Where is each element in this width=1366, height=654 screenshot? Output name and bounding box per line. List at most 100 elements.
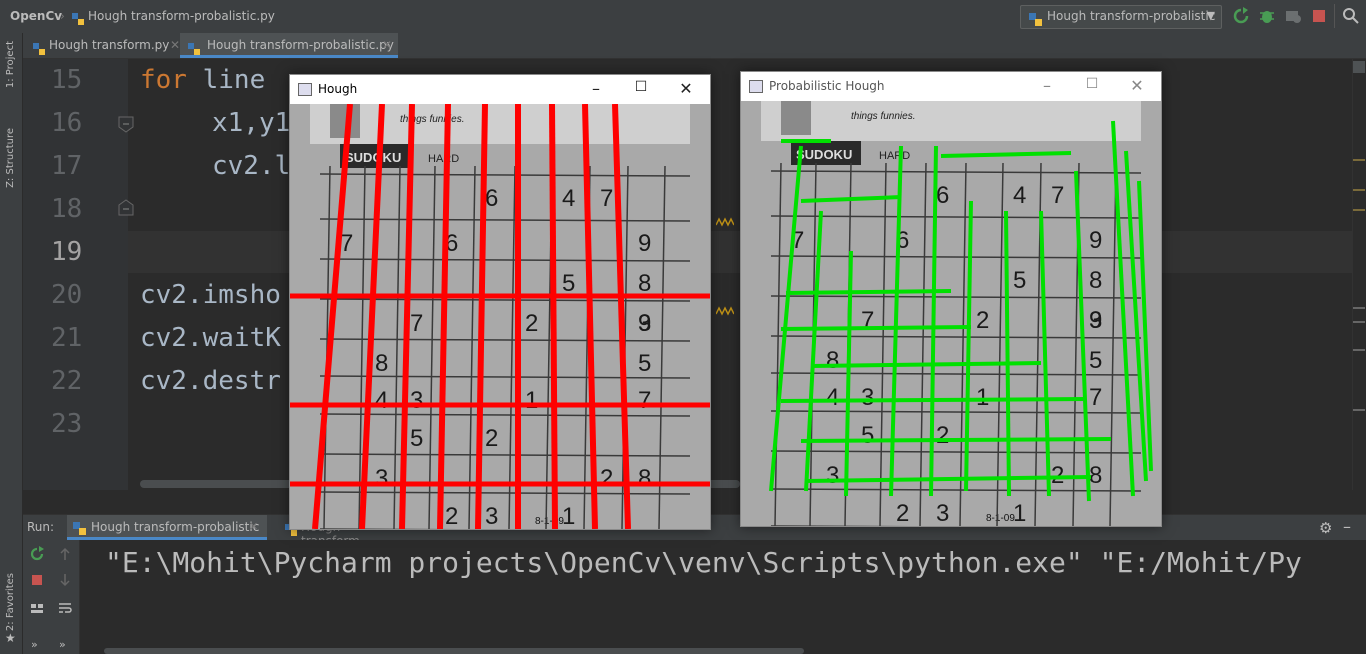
window-title: Hough <box>318 82 358 96</box>
sudoku-digit: 7 <box>1051 182 1064 209</box>
rerun-icon[interactable] <box>1232 7 1250 25</box>
sudoku-digit: 2 <box>976 307 989 334</box>
warning-squiggle-icon <box>715 301 735 316</box>
sudoku-digit: 3 <box>485 503 498 529</box>
minimize-icon[interactable]: – <box>1343 517 1351 536</box>
code-line[interactable]: cv2.waitK <box>140 323 281 353</box>
code-line[interactable]: for line <box>140 65 265 95</box>
sudoku-date: 8-1-09 <box>535 516 564 527</box>
arrow-down-icon[interactable] <box>57 572 73 588</box>
more-icon[interactable]: » <box>59 638 66 651</box>
breadcrumb-file[interactable]: Hough transform-probalistic.py <box>88 9 275 23</box>
console-horizontal-scrollbar[interactable] <box>104 648 804 654</box>
run-configuration-label: Hough transform-probalistic <box>1047 9 1216 23</box>
sudoku-digit: 5 <box>1013 267 1026 294</box>
app-icon <box>749 80 763 93</box>
run-tab-active[interactable]: Hough transform-probalistic ✕ <box>67 515 267 540</box>
navigation-bar: OpenCv › Hough transform-probalistic.py … <box>0 0 1366 34</box>
breadcrumb-project[interactable]: OpenCv <box>10 9 62 23</box>
tab-label: Hough transform-probalistic.py <box>207 38 394 52</box>
stop-icon[interactable] <box>29 572 45 588</box>
line-number-gutter: 15 16 17 18 19 20 21 22 23 <box>23 59 134 490</box>
hough-line <box>549 104 558 529</box>
stripe-mark[interactable] <box>1353 349 1365 351</box>
favorites-tool-button[interactable]: 2: Favorites <box>5 573 16 631</box>
sudoku-digit: 2 <box>525 310 538 337</box>
gear-icon[interactable]: ⚙ <box>1319 519 1332 537</box>
tab-hough-transform[interactable]: Hough transform.py ✕ <box>29 33 180 58</box>
window-title-bar[interactable]: Hough – ☐ ✕ <box>290 75 710 104</box>
sudoku-digit: 3 <box>936 500 949 526</box>
sudoku-digit: 6 <box>936 182 949 209</box>
maximize-button[interactable]: ☐ <box>1082 76 1102 96</box>
breadcrumb-separator: › <box>60 9 65 23</box>
probabilistic-hough-window[interactable]: Probabilistic Hough – ☐ ✕ things funnies… <box>740 71 1162 527</box>
stripe-mark[interactable] <box>1353 307 1365 309</box>
code-line[interactable]: cv2.destr <box>140 366 281 396</box>
stripe-mark[interactable] <box>1353 409 1365 411</box>
stripe-mark[interactable] <box>1353 189 1365 191</box>
project-tool-button[interactable]: 1: Project <box>5 41 16 88</box>
layout-icon[interactable] <box>29 600 45 616</box>
search-icon[interactable] <box>1342 7 1360 25</box>
sudoku-caption: things funnies. <box>851 111 916 122</box>
sudoku-digit: 2 <box>896 500 909 526</box>
code-line[interactable]: x1,y1 <box>212 108 290 138</box>
fold-end-icon[interactable] <box>117 199 135 217</box>
app-icon <box>298 83 312 96</box>
close-button[interactable]: ✕ <box>676 79 696 99</box>
console-output[interactable]: "E:\Mohit\Pycharm projects\OpenCv\venv\S… <box>80 540 1366 654</box>
run-configuration-select[interactable]: Hough transform-probalistic ▼ <box>1020 5 1222 29</box>
sudoku-digit: 7 <box>638 387 651 414</box>
stop-icon[interactable] <box>1310 7 1328 25</box>
hough-segment <box>780 397 1087 403</box>
star-icon: ★ <box>5 631 16 645</box>
close-icon[interactable]: ✕ <box>170 33 180 57</box>
arrow-up-icon[interactable] <box>57 546 73 562</box>
sudoku-digit: 8 <box>638 270 651 297</box>
minimize-button[interactable]: – <box>1037 76 1057 96</box>
sudoku-digit: 1 <box>1013 500 1026 526</box>
bug-icon[interactable] <box>1258 7 1276 25</box>
profile-icon[interactable] <box>1284 7 1302 25</box>
sudoku-digit: 2 <box>485 425 498 452</box>
sudoku-digit: 1 <box>562 503 575 529</box>
stripe-mark[interactable] <box>1353 159 1365 161</box>
python-file-icon <box>72 10 84 25</box>
hough-window[interactable]: Hough – ☐ ✕ things funnies. SUDOKU HARD … <box>289 74 711 530</box>
sudoku-digit: 8 <box>1089 267 1102 294</box>
console-command-line: "E:\Mohit\Pycharm projects\OpenCv\venv\S… <box>105 546 1302 579</box>
fold-icon[interactable] <box>117 115 135 133</box>
rerun-icon[interactable] <box>29 546 45 562</box>
line-number: 20 <box>51 280 83 310</box>
error-stripe[interactable] <box>1352 59 1366 490</box>
sudoku-digit: 5 <box>1089 347 1102 374</box>
warning-squiggle-icon <box>715 212 735 227</box>
close-icon[interactable]: ✕ <box>249 520 258 533</box>
stripe-mark[interactable] <box>1353 321 1365 323</box>
close-button[interactable]: ✕ <box>1127 76 1147 96</box>
code-line[interactable]: cv2.l <box>212 151 290 181</box>
window-title-bar[interactable]: Probabilistic Hough – ☐ ✕ <box>741 72 1161 101</box>
minimize-button[interactable]: – <box>586 79 606 99</box>
sudoku-digit: 3 <box>826 462 839 489</box>
code-line[interactable]: cv2.imsho <box>140 280 281 310</box>
inspection-status-icon[interactable] <box>1353 61 1365 73</box>
sudoku-digit: 5 <box>562 270 575 297</box>
more-icon[interactable]: » <box>31 638 38 651</box>
python-file-icon <box>188 39 200 55</box>
line-number: 16 <box>51 108 83 138</box>
python-file-icon <box>33 39 45 55</box>
tab-hough-transform-probalistic[interactable]: Hough transform-probalistic.py ✕ <box>180 33 398 58</box>
sudoku-digit: 2 <box>936 422 949 449</box>
sudoku-level: HARD <box>879 150 910 162</box>
sudoku-digit: 3 <box>410 387 423 414</box>
soft-wrap-icon[interactable] <box>57 600 73 616</box>
stripe-mark[interactable] <box>1353 209 1365 211</box>
maximize-button[interactable]: ☐ <box>631 79 651 99</box>
sudoku-digit: 3 <box>638 310 651 337</box>
line-number: 19 <box>51 237 83 267</box>
structure-tool-button[interactable]: Z: Structure <box>5 128 16 188</box>
line-number: 15 <box>51 65 83 95</box>
close-icon[interactable]: ✕ <box>382 33 392 57</box>
